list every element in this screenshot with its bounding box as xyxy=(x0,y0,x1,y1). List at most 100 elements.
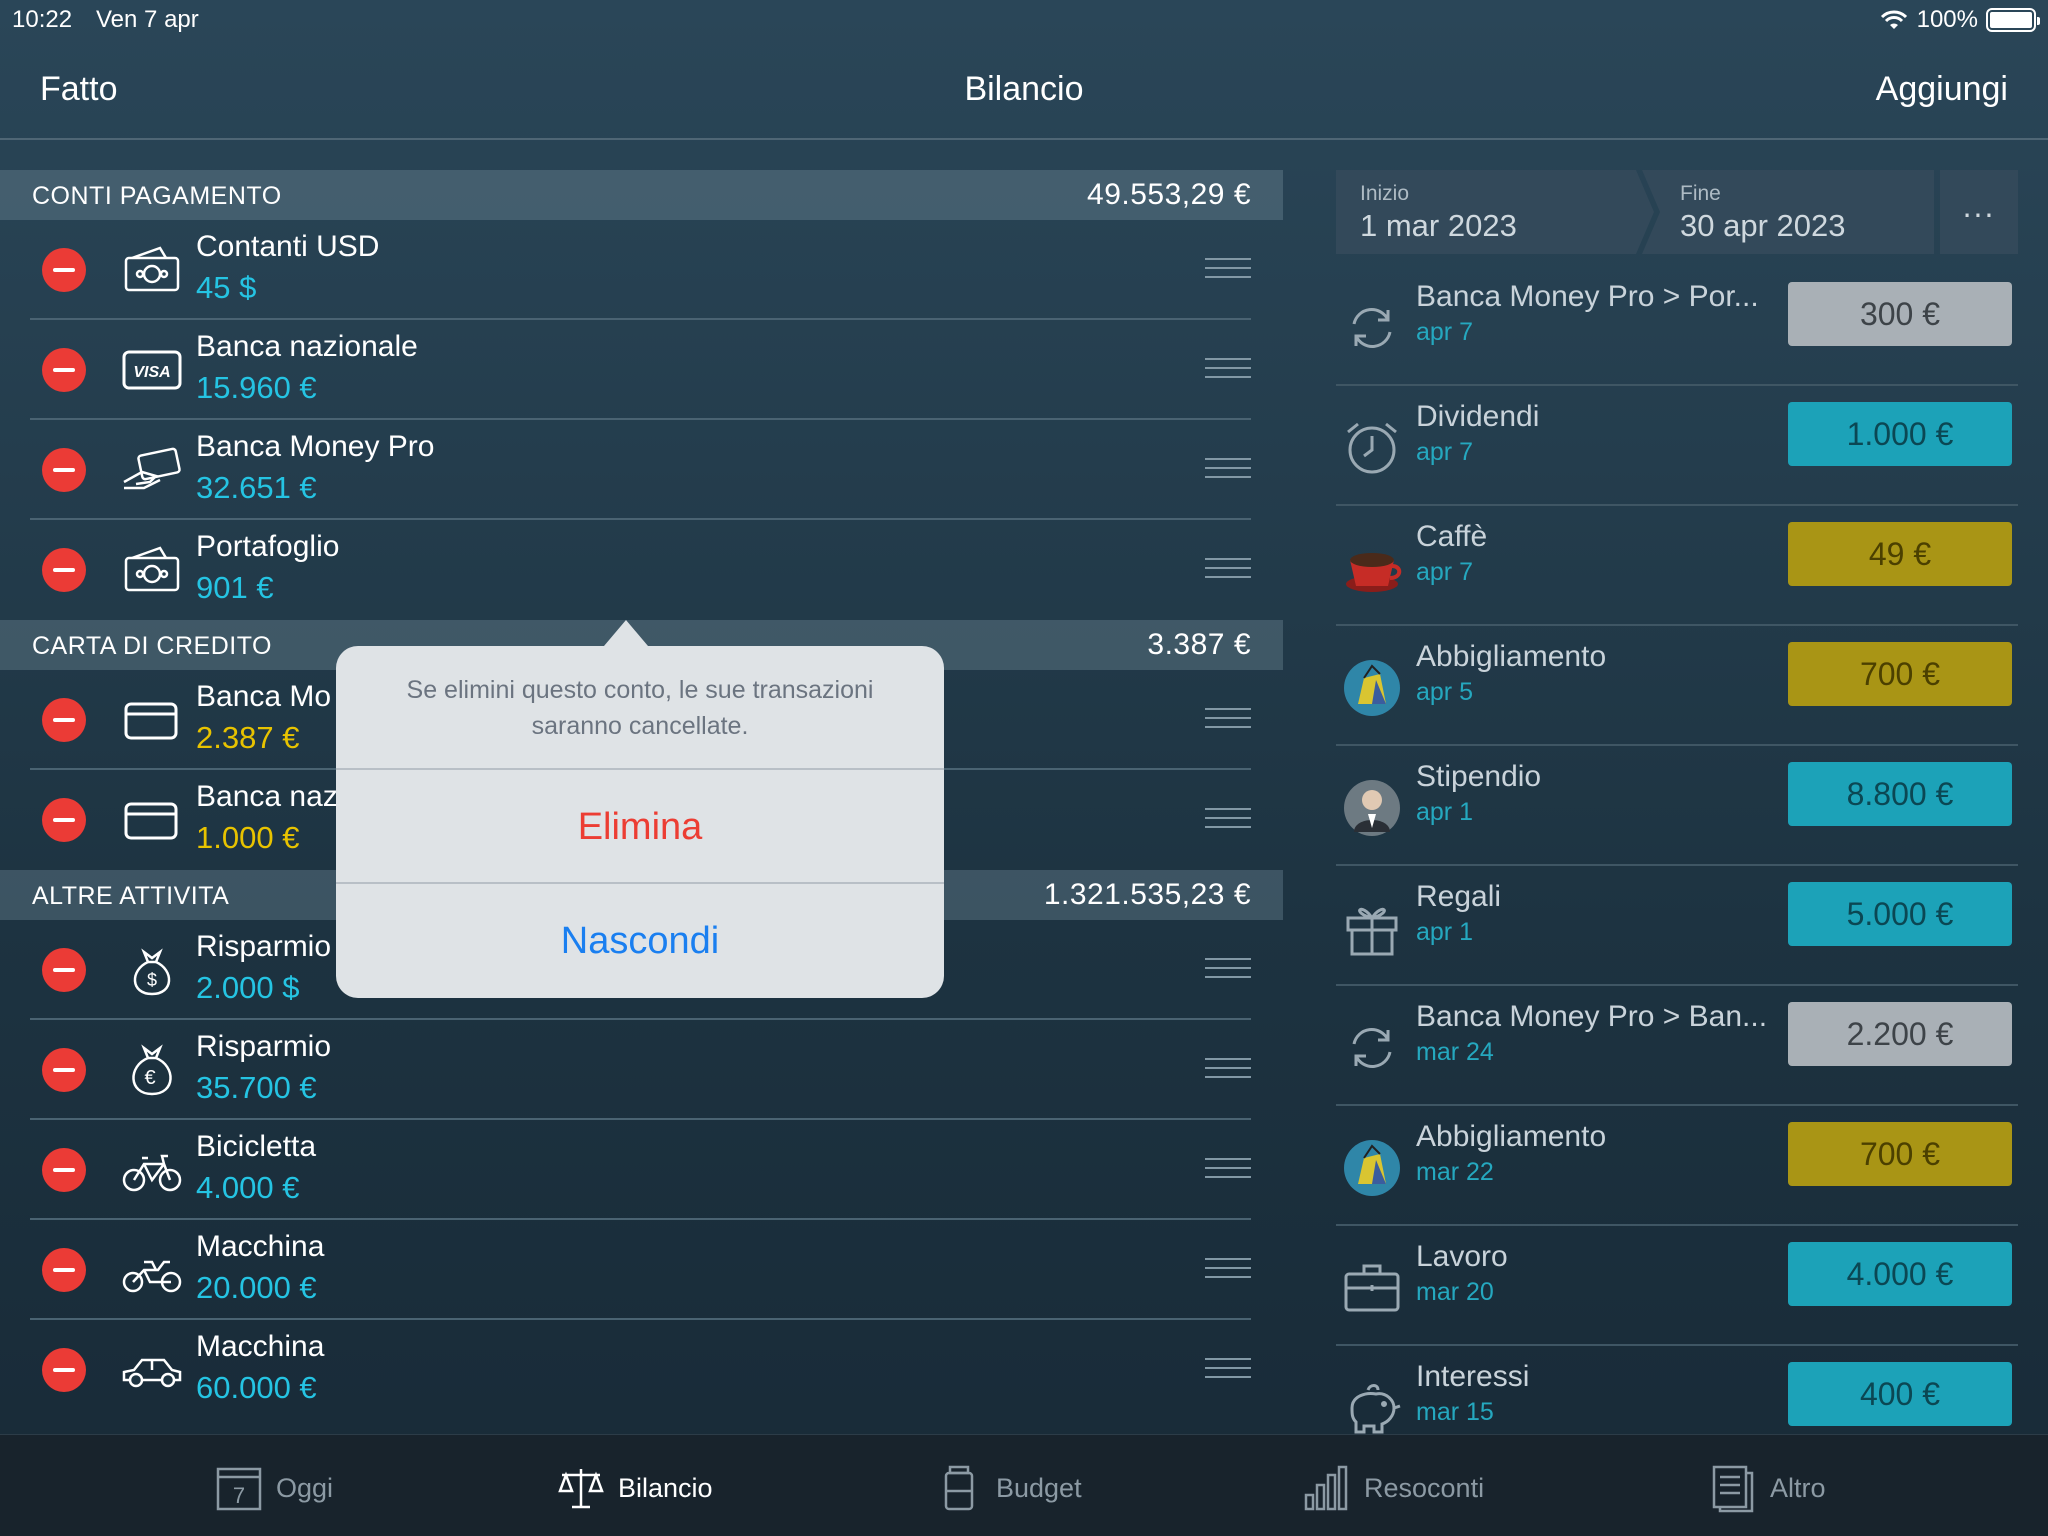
date-range: Inizio 1 mar 2023 Fine 30 apr 2023 ... xyxy=(1336,170,2018,254)
account-balance: 2.387 € xyxy=(196,720,300,755)
start-date-value: 1 mar 2023 xyxy=(1360,208,1517,243)
money-bag-dollar-icon: $ xyxy=(133,948,171,996)
transaction-name: Abbigliamento xyxy=(1416,1120,1607,1153)
transaction-row[interactable]: Dividendi apr 7 1.000 € xyxy=(1336,386,2018,506)
section-title: ALTRE ATTIVITA xyxy=(32,882,230,910)
delete-account-button[interactable] xyxy=(42,1348,86,1392)
account-row[interactable]: Contanti USD 45 $ xyxy=(0,220,1283,320)
account-name: Contanti USD xyxy=(196,230,380,263)
reorder-handle-icon[interactable] xyxy=(1205,258,1251,280)
delete-account-button[interactable] xyxy=(42,448,86,492)
account-row[interactable]: Portafoglio 901 € xyxy=(0,520,1283,620)
transaction-amount: 700 € xyxy=(1788,642,2012,706)
transfer-icon xyxy=(1352,1028,1392,1068)
person-avatar-icon xyxy=(1344,780,1400,836)
tab-bilancio[interactable]: Bilancio xyxy=(556,1463,713,1513)
delete-account-button[interactable] xyxy=(42,1248,86,1292)
section-title: CONTI PAGAMENTO xyxy=(32,182,282,210)
account-name: Macchina xyxy=(196,1330,325,1363)
more-options-button[interactable]: ... xyxy=(1940,170,2018,254)
status-bar: 10:22 Ven 7 apr 100% xyxy=(0,0,2048,40)
bar-chart-icon xyxy=(1304,1465,1348,1511)
delete-account-button[interactable] xyxy=(42,948,86,992)
briefcase-icon xyxy=(1344,1264,1400,1312)
transaction-row[interactable]: Interessi mar 15 400 € xyxy=(1336,1346,2018,1434)
account-row[interactable]: Macchina 20.000 € xyxy=(0,1220,1283,1320)
transaction-row[interactable]: Abbigliamento apr 5 700 € xyxy=(1336,626,2018,746)
reorder-handle-icon[interactable] xyxy=(1205,1158,1251,1180)
reorder-handle-icon[interactable] xyxy=(1205,708,1251,730)
delete-confirmation-popover: Se elimini questo conto, le sue transazi… xyxy=(336,620,944,998)
delete-account-button[interactable] xyxy=(42,1148,86,1192)
tab-budget[interactable]: Budget xyxy=(934,1463,1082,1513)
transaction-row[interactable]: Lavoro mar 20 4.000 € xyxy=(1336,1226,2018,1346)
account-balance: 1.000 € xyxy=(196,820,300,855)
account-name: Banca Mo xyxy=(196,680,332,713)
account-name: Banca nazionale xyxy=(196,330,418,363)
navigation-bar: Fatto Bilancio Aggiungi xyxy=(0,40,2048,140)
delete-account-button[interactable] xyxy=(42,1048,86,1092)
delete-account-button[interactable] xyxy=(42,248,86,292)
delete-account-button[interactable] xyxy=(42,348,86,392)
reorder-handle-icon[interactable] xyxy=(1205,1258,1251,1280)
shopping-bag-icon xyxy=(1344,1140,1400,1196)
end-date-picker[interactable]: Fine 30 apr 2023 xyxy=(1642,170,1934,254)
end-date-value: 30 apr 2023 xyxy=(1680,208,1846,243)
battery-percent: 100% xyxy=(1916,6,1978,33)
account-name: Banca Money Pro xyxy=(196,430,435,463)
wifi-icon xyxy=(1880,10,1907,29)
account-row[interactable]: Bicicletta 4.000 € xyxy=(0,1120,1283,1220)
start-date-picker[interactable]: Inizio 1 mar 2023 xyxy=(1336,170,1654,254)
reorder-handle-icon[interactable] xyxy=(1205,958,1251,980)
reorder-handle-icon[interactable] xyxy=(1205,1058,1251,1080)
transaction-name: Lavoro xyxy=(1416,1240,1508,1273)
transaction-row[interactable]: Abbigliamento mar 22 700 € xyxy=(1336,1106,2018,1226)
jar-icon xyxy=(944,1465,974,1511)
transaction-row[interactable]: Caffè apr 7 49 € xyxy=(1336,506,2018,626)
svg-text:$: $ xyxy=(147,970,157,990)
account-row[interactable]: Banca Money Pro 32.651 € xyxy=(0,420,1283,520)
visa-card-icon: VISA xyxy=(122,350,182,390)
tab-label: Budget xyxy=(996,1472,1082,1503)
account-name: Banca naz xyxy=(196,780,338,813)
reorder-handle-icon[interactable] xyxy=(1205,1358,1251,1380)
account-balance: 2.000 $ xyxy=(196,970,300,1005)
transaction-amount: 4.000 € xyxy=(1788,1242,2012,1306)
account-row[interactable]: € Risparmio 35.700 € xyxy=(0,1020,1283,1120)
add-button[interactable]: Aggiungi xyxy=(1876,70,2008,109)
delete-account-button[interactable] xyxy=(42,698,86,742)
transaction-row[interactable]: Banca Money Pro > Por... apr 7 300 € xyxy=(1336,266,2018,386)
tab-label: Bilancio xyxy=(618,1472,713,1503)
account-name: Risparmio xyxy=(196,1030,332,1063)
hide-button[interactable]: Nascondi xyxy=(336,882,944,996)
calendar-day: 7 xyxy=(233,1483,245,1508)
start-date-label: Inizio xyxy=(1360,182,1410,205)
tab-oggi[interactable]: 7 Oggi xyxy=(214,1463,333,1513)
tab-resoconti[interactable]: Resoconti xyxy=(1302,1463,1484,1513)
transaction-date: apr 1 xyxy=(1416,918,1473,946)
transfer-icon xyxy=(1352,308,1392,348)
transaction-row[interactable]: Regali apr 1 5.000 € xyxy=(1336,866,2018,986)
bicycle-icon xyxy=(122,1154,182,1192)
transaction-row[interactable]: Stipendio apr 1 8.800 € xyxy=(1336,746,2018,866)
account-row[interactable]: Macchina 60.000 € xyxy=(0,1320,1283,1420)
battery-icon xyxy=(1986,8,2040,32)
tab-altro[interactable]: Altro xyxy=(1708,1463,1826,1513)
reorder-handle-icon[interactable] xyxy=(1205,808,1251,830)
reorder-handle-icon[interactable] xyxy=(1205,358,1251,380)
document-icon xyxy=(1712,1465,1754,1513)
account-row[interactable]: VISA Banca nazionale 15.960 € xyxy=(0,320,1283,420)
reorder-handle-icon[interactable] xyxy=(1205,458,1251,480)
delete-account-button[interactable] xyxy=(42,798,86,842)
transaction-amount: 8.800 € xyxy=(1788,762,2012,826)
account-balance: 32.651 € xyxy=(196,470,317,505)
delete-account-button[interactable] xyxy=(42,548,86,592)
reorder-handle-icon[interactable] xyxy=(1205,558,1251,580)
gift-icon xyxy=(1346,907,1398,956)
delete-button[interactable]: Elimina xyxy=(336,768,944,882)
transaction-row[interactable]: Banca Money Pro > Ban... mar 24 2.200 € xyxy=(1336,986,2018,1106)
account-balance: 15.960 € xyxy=(196,370,317,405)
transaction-name: Caffè xyxy=(1416,520,1488,553)
transaction-amount: 1.000 € xyxy=(1788,402,2012,466)
transaction-name: Dividendi xyxy=(1416,400,1540,433)
